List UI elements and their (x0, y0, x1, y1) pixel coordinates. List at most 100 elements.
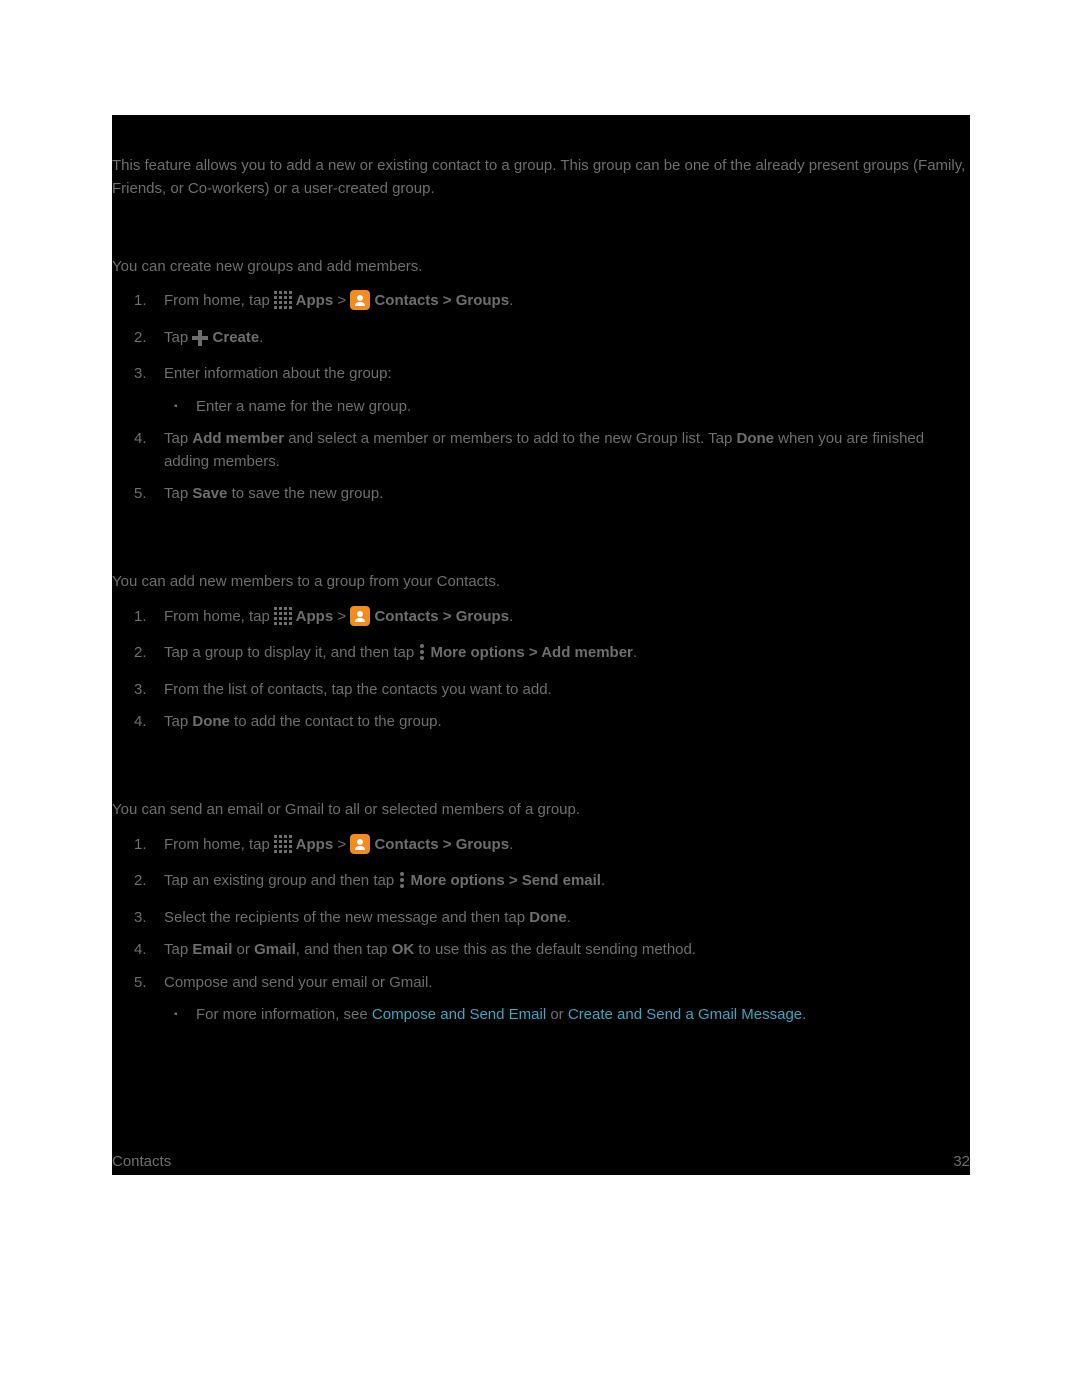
step-number: 4. (134, 428, 147, 451)
bold-text: Add member (192, 430, 284, 447)
step-text: and select a member or members to add to… (284, 430, 736, 447)
page-footer: Contacts 32 (112, 1153, 970, 1170)
apps-label: Apps (292, 836, 333, 853)
step-number: 1. (134, 290, 147, 313)
sep: > (333, 292, 350, 309)
step-text: Select the recipients of the new message… (164, 909, 529, 926)
section-heading-create: Create a New Group (112, 218, 970, 244)
page-title: Contact Groups (112, 115, 970, 151)
sub-item: For more information, see Compose and Se… (164, 1004, 970, 1027)
footer-section: Contacts (112, 1153, 171, 1170)
contacts-icon (350, 606, 370, 626)
link-compose-email[interactable]: Compose and Send Email (372, 1006, 546, 1023)
dot: . (509, 836, 513, 853)
section-lead: You can create new groups and add member… (112, 256, 970, 279)
step-number: 3. (134, 363, 147, 386)
sub-text: or (546, 1006, 568, 1023)
contacts-icon (350, 290, 370, 310)
footer-page-number: 32 (953, 1153, 970, 1170)
list-item: 1. From home, tap Apps > Contacts > Grou… (112, 834, 970, 871)
step-text: From home, tap (164, 608, 274, 625)
sub-text: . (802, 1006, 806, 1023)
step-number: 2. (134, 642, 147, 665)
bold-text: Gmail (254, 941, 296, 958)
create-label: Create (208, 329, 259, 346)
sep: > (333, 836, 350, 853)
list-item: 5. Compose and send your email or Gmail.… (112, 972, 970, 1037)
step-number: 1. (134, 834, 147, 857)
apps-label: Apps (292, 608, 333, 625)
bold-text: More options > Add member (426, 644, 633, 661)
sub-text: For more information, see (196, 1006, 372, 1023)
step-text: Compose and send your email or Gmail. (164, 974, 432, 991)
sub-text: Enter a name for the new group. (196, 398, 411, 415)
document-page: Contact Groups This feature allows you t… (112, 115, 970, 1175)
list-item: 3. From the list of contacts, tap the co… (112, 679, 970, 712)
contacts-label: Contacts > Groups (370, 836, 509, 853)
dot: . (633, 644, 637, 661)
steps-add: 1. From home, tap Apps > Contacts > Grou… (112, 606, 970, 744)
dot: . (567, 909, 571, 926)
list-item: 5. Tap Save to save the new group. (112, 483, 970, 516)
list-item: 4. Tap Add member and select a member or… (112, 428, 970, 483)
dot: . (509, 608, 513, 625)
step-number: 1. (134, 606, 147, 629)
intro-paragraph: This feature allows you to add a new or … (112, 155, 970, 200)
step-text: From home, tap (164, 836, 274, 853)
link-gmail-message[interactable]: Create and Send a Gmail Message (568, 1006, 802, 1023)
list-item: 2. Tap Create. (112, 327, 970, 364)
bold-text: Save (192, 485, 227, 502)
step-number: 5. (134, 483, 147, 506)
contacts-icon (350, 834, 370, 854)
bold-text: OK (392, 941, 415, 958)
bold-text: More options > Send email (406, 872, 601, 889)
steps-email: 1. From home, tap Apps > Contacts > Grou… (112, 834, 970, 1037)
step-text: Enter information about the group: (164, 365, 392, 382)
step-text: Tap a group to display it, and then tap (164, 644, 418, 661)
step-text: to add the contact to the group. (230, 713, 442, 730)
list-item: 1. From home, tap Apps > Contacts > Grou… (112, 606, 970, 643)
list-item: 2. Tap a group to display it, and then t… (112, 642, 970, 679)
step-number: 2. (134, 870, 147, 893)
apps-icon (274, 291, 292, 317)
apps-icon (274, 607, 292, 633)
dot: . (509, 292, 513, 309)
list-item: 3. Enter information about the group: En… (112, 363, 970, 428)
step-number: 4. (134, 711, 147, 734)
step-number: 3. (134, 679, 147, 702)
list-item: 2. Tap an existing group and then tap Mo… (112, 870, 970, 907)
step-number: 4. (134, 939, 147, 962)
apps-label: Apps (292, 292, 333, 309)
step-text: From home, tap (164, 292, 274, 309)
list-item: 4. Tap Email or Gmail, and then tap OK t… (112, 939, 970, 972)
list-item: 3. Select the recipients of the new mess… (112, 907, 970, 940)
step-number: 5. (134, 972, 147, 995)
step-number: 2. (134, 327, 147, 350)
section-lead: You can add new members to a group from … (112, 571, 970, 594)
contacts-label: Contacts > Groups (370, 292, 509, 309)
step-text: Tap (164, 430, 192, 447)
step-text: or (232, 941, 254, 958)
step-number: 3. (134, 907, 147, 930)
bold-text: Done (529, 909, 567, 926)
bold-text: Done (737, 430, 775, 447)
step-text: Tap an existing group and then tap (164, 872, 398, 889)
sub-item: Enter a name for the new group. (164, 396, 970, 419)
sep: > (333, 608, 350, 625)
dot: . (259, 329, 263, 346)
section-heading-email: Send an Email or Gmail to a Group (112, 762, 970, 788)
apps-icon (274, 835, 292, 861)
step-text: From the list of contacts, tap the conta… (164, 681, 552, 698)
plus-icon (192, 330, 208, 354)
step-text: Tap (164, 941, 192, 958)
bold-text: Done (192, 713, 230, 730)
section-heading-add: Add Contacts to a Group (112, 534, 970, 560)
step-text: Tap (164, 485, 192, 502)
section-lead: You can send an email or Gmail to all or… (112, 799, 970, 822)
steps-create: 1. From home, tap Apps > Contacts > Grou… (112, 290, 970, 516)
list-item: 4. Tap Done to add the contact to the gr… (112, 711, 970, 744)
contacts-label: Contacts > Groups (370, 608, 509, 625)
step-text: to use this as the default sending metho… (414, 941, 696, 958)
step-text: Tap (164, 713, 192, 730)
step-text: Tap (164, 329, 192, 346)
